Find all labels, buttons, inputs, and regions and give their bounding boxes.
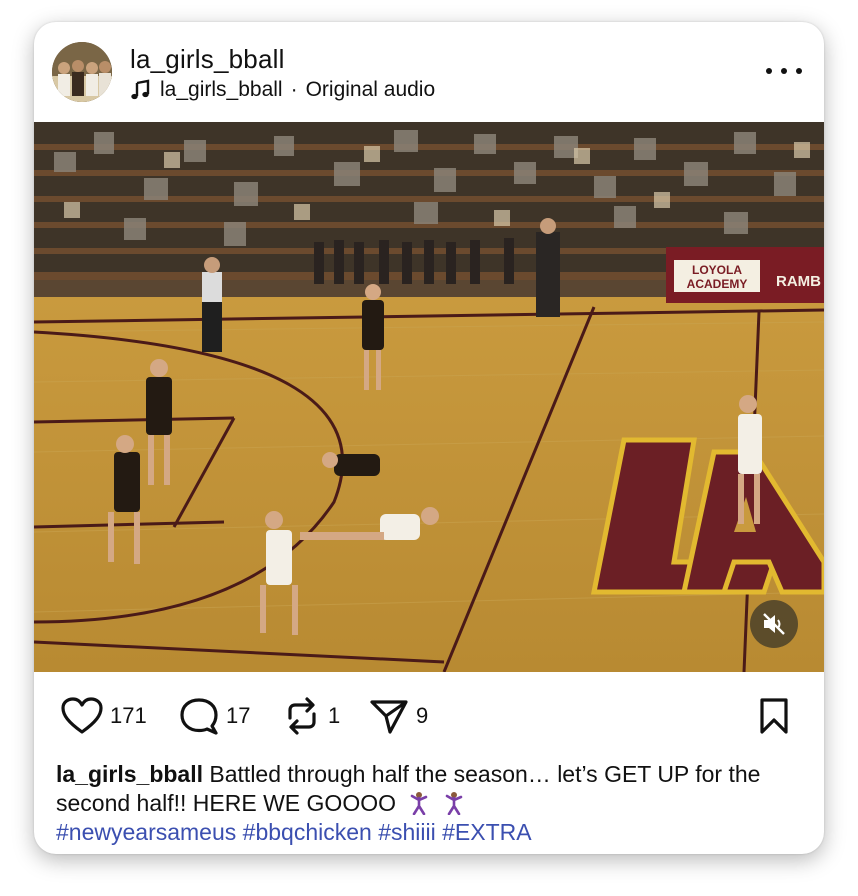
avatar[interactable]: [52, 42, 112, 102]
music-note-icon: [130, 79, 152, 101]
audio-owner: la_girls_bball: [160, 78, 283, 101]
video-frame: LOYOLA ACADEMY RAMB: [34, 122, 824, 672]
post-card: la_girls_bball la_girls_bball · Original…: [34, 22, 824, 854]
dancer-emoji-icon: [443, 791, 465, 816]
bookmark-button[interactable]: [756, 696, 792, 736]
banner-partial: RAMB: [776, 273, 821, 290]
dancer-emoji-icon: [408, 791, 430, 816]
post-username[interactable]: la_girls_bball: [130, 44, 285, 75]
audio-label: Original audio: [305, 78, 436, 101]
banner-line-1: LOYOLA: [692, 263, 742, 277]
post-caption: la_girls_bball Battled through half the …: [56, 760, 806, 847]
heart-icon: [60, 696, 104, 736]
share-button[interactable]: 9: [368, 696, 428, 736]
share-count: 9: [416, 703, 429, 728]
video-player[interactable]: LOYOLA ACADEMY RAMB: [34, 122, 824, 672]
bookmark-icon: [756, 696, 792, 736]
repost-count: 1: [328, 703, 341, 728]
comment-icon: [178, 696, 220, 736]
action-bar: 171 17 1 9: [34, 688, 824, 744]
audio-separator: ·: [290, 78, 298, 101]
audio-row[interactable]: la_girls_bball · Original audio: [130, 78, 435, 102]
like-count: 171: [110, 703, 147, 728]
like-button[interactable]: 171: [60, 696, 147, 736]
comment-count: 17: [226, 703, 251, 728]
repost-icon: [282, 696, 322, 736]
post-header: la_girls_bball la_girls_bball · Original…: [34, 22, 824, 122]
comment-button[interactable]: 17: [178, 696, 250, 736]
more-options-icon[interactable]: [766, 56, 802, 86]
mute-icon[interactable]: [750, 600, 798, 648]
repost-button[interactable]: 1: [282, 696, 340, 736]
caption-hashtags[interactable]: #newyearsameus #bbqchicken #shiiii #EXTR…: [56, 819, 532, 845]
banner-line-2: ACADEMY: [687, 277, 748, 291]
share-icon: [368, 696, 410, 736]
caption-username[interactable]: la_girls_bball: [56, 761, 203, 787]
